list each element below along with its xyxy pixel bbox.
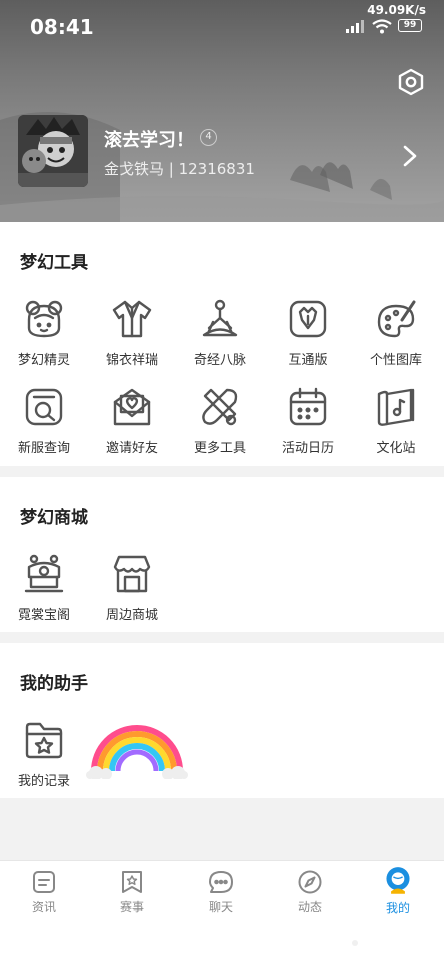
- culture-scroll-icon: [377, 388, 415, 426]
- avatar-image: [18, 115, 88, 187]
- section-title: 梦幻商城: [20, 508, 88, 528]
- tab-matches[interactable]: 赛事: [88, 861, 176, 921]
- store-icon: [113, 555, 151, 593]
- meditation-icon: [202, 299, 238, 337]
- tool-dream-sprite[interactable]: 梦幻精灵: [2, 298, 86, 368]
- battery-indicator: 99: [398, 19, 422, 32]
- treasure-shop-icon: [24, 554, 64, 593]
- wifi-icon: [372, 19, 392, 34]
- tool-label: 周边商城: [105, 608, 158, 623]
- tool-culture[interactable]: 文化站: [354, 386, 438, 456]
- mall-merch-store[interactable]: 周边商城: [90, 553, 174, 623]
- tab-label: 赛事: [119, 900, 144, 914]
- tool-invite[interactable]: 邀请好友: [90, 386, 174, 456]
- tool-gallery[interactable]: 个性图库: [354, 298, 438, 368]
- network-speed: 49.09K/s: [367, 3, 426, 17]
- tool-more[interactable]: 更多工具: [178, 386, 262, 456]
- tools-icon: [202, 388, 238, 426]
- interop-icon: [289, 300, 327, 338]
- palette-icon: [377, 300, 416, 338]
- tool-label: 奇经八脉: [193, 353, 246, 368]
- tab-news[interactable]: 资讯: [0, 861, 88, 921]
- tab-label: 聊天: [208, 900, 233, 914]
- server-search-icon: [25, 388, 63, 426]
- calendar-icon: [289, 387, 327, 426]
- tool-label: 邀请好友: [105, 441, 158, 456]
- profile-icon: [386, 867, 410, 894]
- section-title: 梦幻工具: [20, 253, 88, 273]
- tab-mine[interactable]: 我的: [354, 861, 442, 921]
- tool-new-server[interactable]: 新服查询: [2, 386, 86, 456]
- level-badge: 4: [200, 129, 217, 146]
- chat-icon: [209, 871, 233, 893]
- avatar[interactable]: [18, 115, 88, 187]
- invite-mail-icon: [113, 388, 151, 426]
- tab-chat[interactable]: 聊天: [177, 861, 265, 921]
- profile-header: 08:41 49.09K/s 99 滚去学习！ 4 金戈铁马 | 1231683…: [0, 0, 444, 222]
- rainbow-sticker: [86, 725, 188, 779]
- tool-label: 锦衣祥瑞: [105, 353, 158, 368]
- tool-label: 新服查询: [17, 441, 70, 456]
- tool-label: 互通版: [288, 353, 328, 368]
- tool-label: 我的记录: [17, 774, 70, 789]
- tab-feed[interactable]: 动态: [266, 861, 354, 921]
- cellular-signal-icon: [346, 20, 364, 33]
- tab-label: 资讯: [31, 900, 56, 914]
- tool-calendar[interactable]: 活动日历: [266, 386, 350, 456]
- status-time: 08:41: [30, 15, 94, 39]
- tools-section: 梦幻工具 梦幻精灵 锦衣祥瑞 奇经八脉 互通版 个性图库 新服查询 邀请好友 更…: [0, 222, 444, 466]
- home-indicator: [352, 940, 358, 946]
- tool-robe[interactable]: 锦衣祥瑞: [90, 298, 174, 368]
- tool-interop[interactable]: 互通版: [266, 298, 350, 368]
- news-icon: [33, 871, 55, 893]
- tab-label: 动态: [297, 900, 322, 914]
- chevron-right-icon[interactable]: [402, 144, 418, 168]
- match-icon: [122, 871, 142, 893]
- tool-label: 文化站: [376, 441, 416, 456]
- mall-treasure-pavilion[interactable]: 霓裳宝阁: [2, 553, 86, 623]
- tab-label: 我的: [385, 901, 410, 915]
- section-title: 我的助手: [20, 674, 88, 694]
- sprite-girl-icon: [25, 300, 63, 338]
- tool-meridians[interactable]: 奇经八脉: [178, 298, 262, 368]
- assistant-my-record[interactable]: 我的记录: [2, 719, 86, 789]
- settings-icon[interactable]: [397, 68, 425, 96]
- robe-icon: [112, 300, 152, 338]
- status-bar: 08:41 49.09K/s 99: [0, 0, 444, 50]
- tool-label: 活动日历: [281, 441, 334, 456]
- tool-label: 更多工具: [193, 441, 246, 456]
- compass-icon: [298, 870, 322, 894]
- profile-subinfo: 金戈铁马 | 12316831: [104, 160, 255, 178]
- tool-label: 梦幻精灵: [17, 353, 70, 368]
- record-folder-icon: [25, 722, 63, 759]
- profile-nickname: 滚去学习！: [104, 130, 194, 151]
- tool-label: 个性图库: [369, 353, 422, 368]
- bottom-tab-bar: 资讯 赛事 聊天 动态 我的: [0, 860, 444, 961]
- assistant-section: 我的助手 我的记录: [0, 643, 444, 798]
- mall-section: 梦幻商城 霓裳宝阁 周边商城: [0, 477, 444, 632]
- tool-label: 霓裳宝阁: [17, 608, 70, 623]
